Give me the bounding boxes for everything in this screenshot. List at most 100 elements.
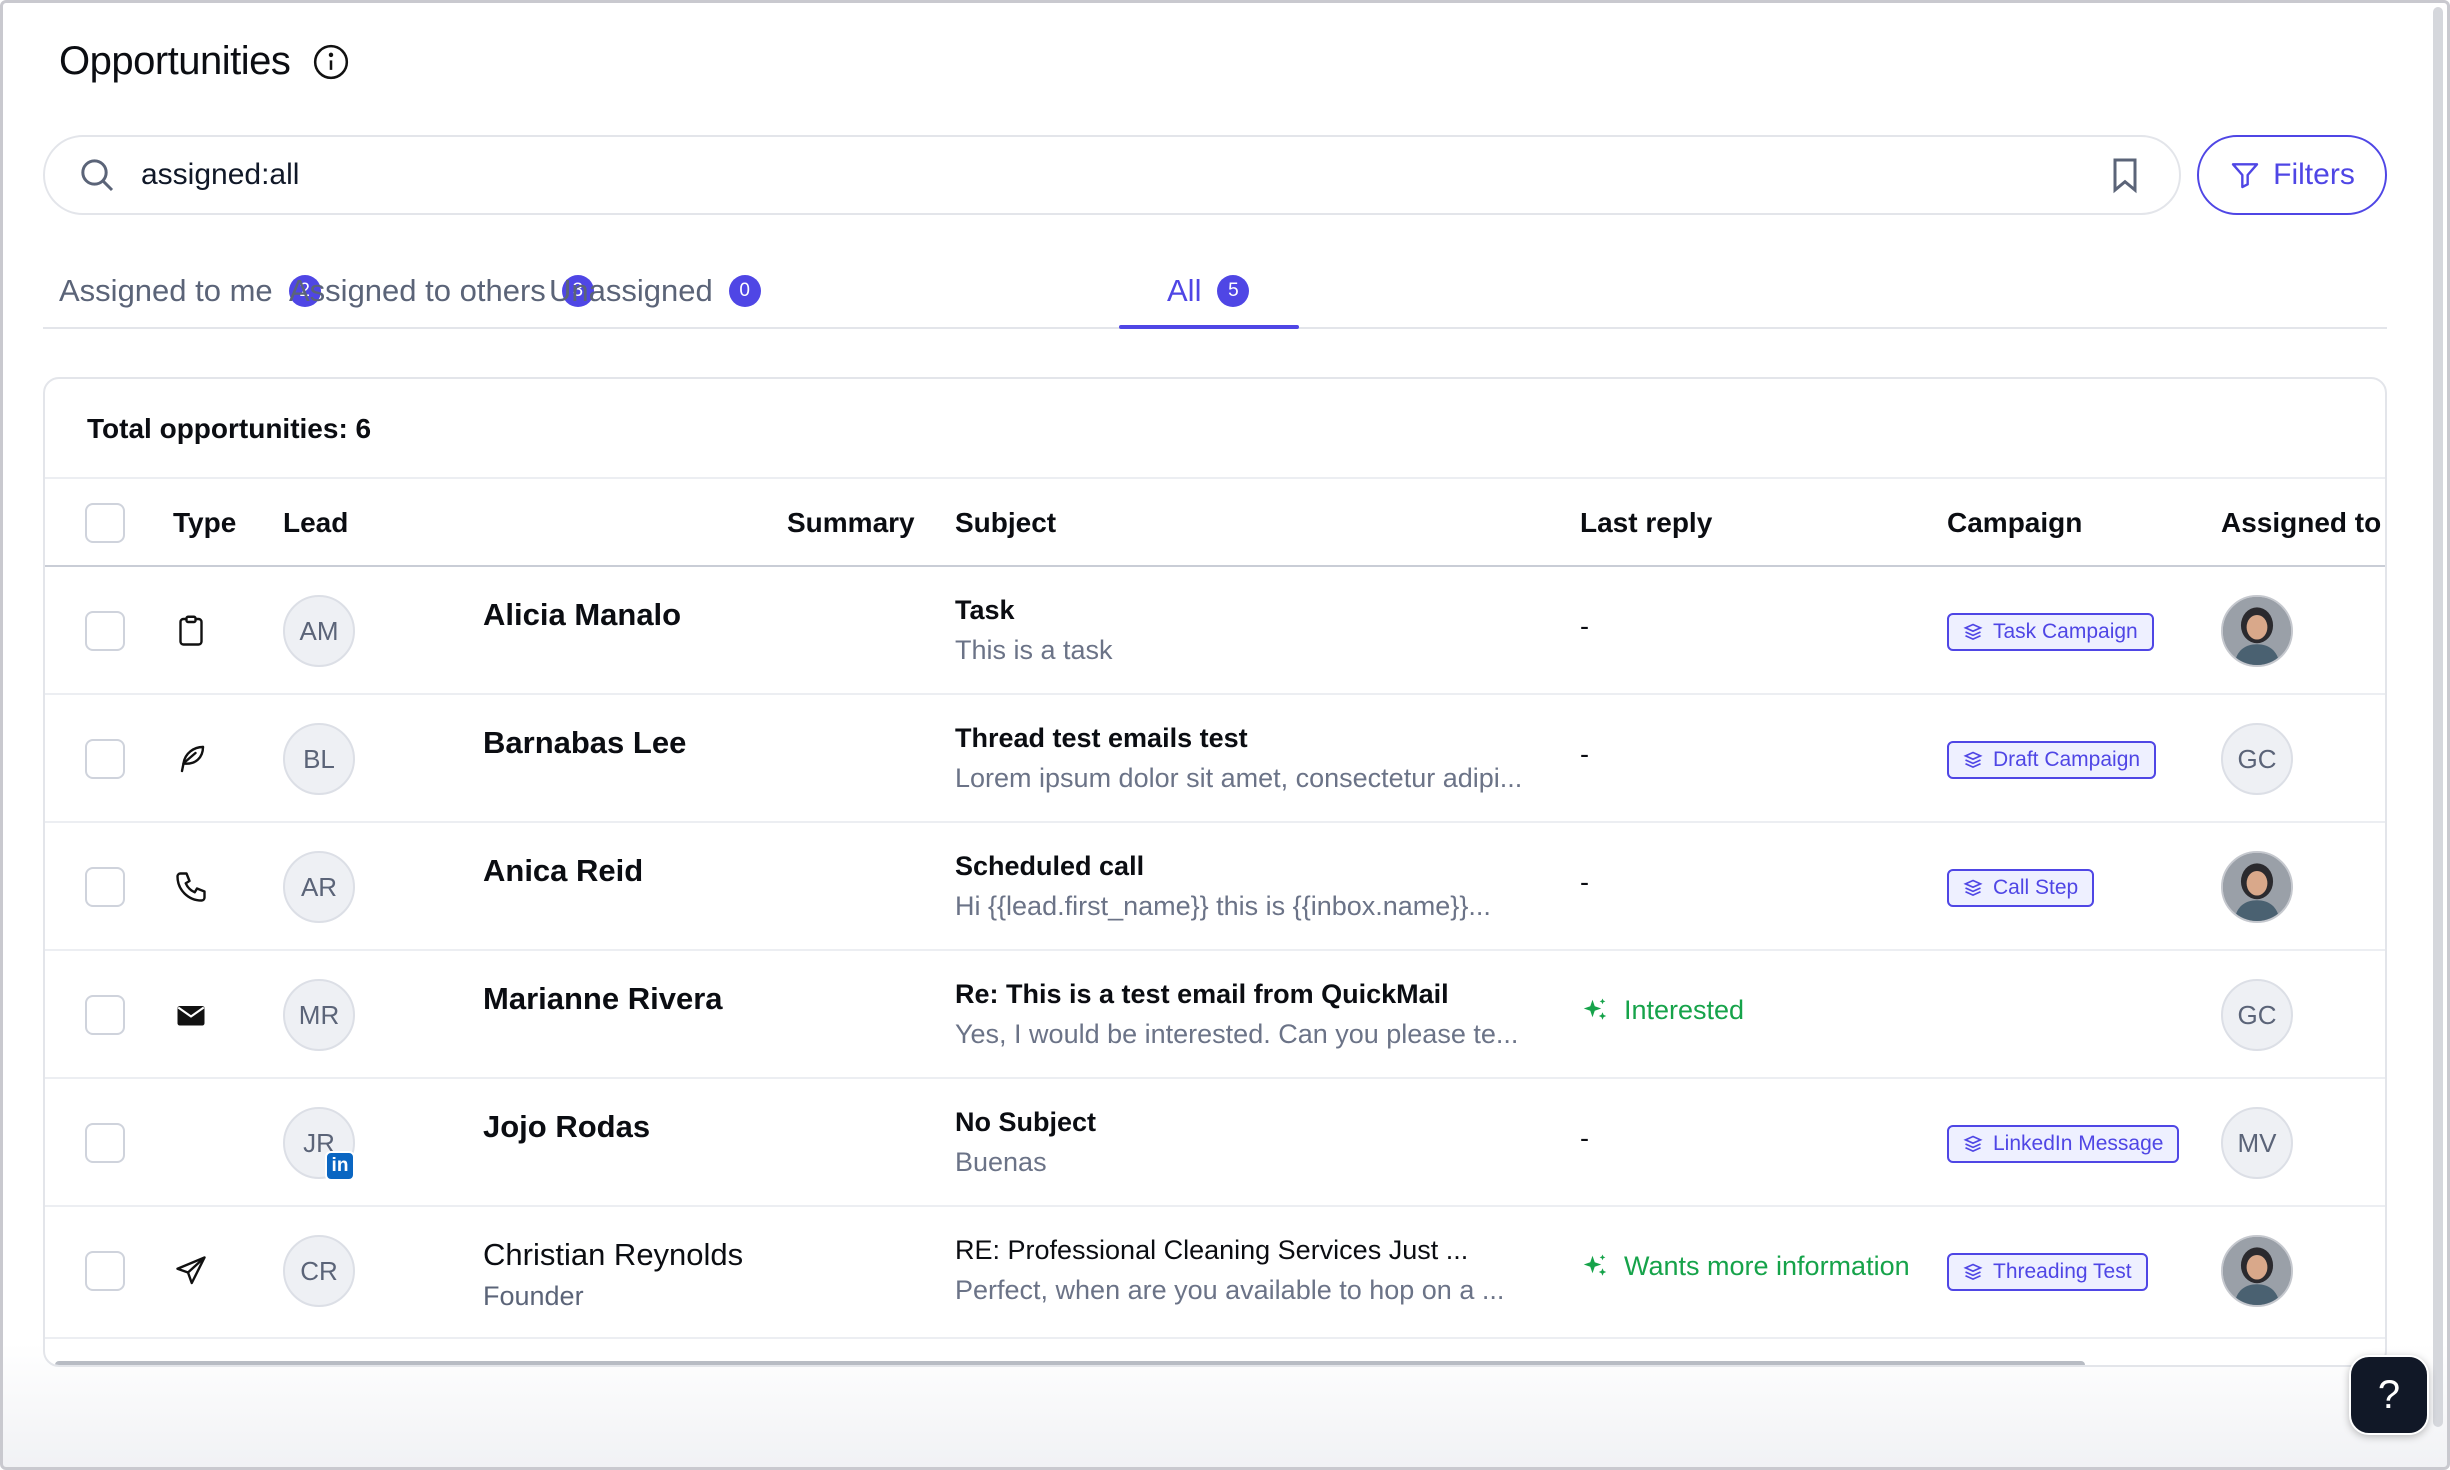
page-title: Opportunities <box>59 39 291 83</box>
help-button[interactable]: ? <box>2349 1355 2429 1435</box>
filters-button[interactable]: Filters <box>2197 135 2387 215</box>
assignee-avatar-photo <box>2221 851 2293 923</box>
table-row[interactable]: AR Anica Reid Scheduled call Hi {{lead.f… <box>45 823 2385 951</box>
subject-title: Re: This is a test email from QuickMail <box>955 979 1449 1009</box>
table-row[interactable]: MR Marianne Rivera Re: This is a test em… <box>45 951 2385 1079</box>
last-reply-text: - <box>1580 739 1589 769</box>
lead-name[interactable]: Jojo Rodas <box>483 1109 650 1145</box>
last-reply: Interested <box>1580 995 1744 1026</box>
last-reply: - <box>1580 739 1589 770</box>
last-reply: Wants more information <box>1580 1251 1910 1282</box>
campaign-label: Call Step <box>1993 876 2079 899</box>
active-tab-indicator <box>1119 325 1299 329</box>
sparkle-icon <box>1580 996 1610 1026</box>
subject-preview: Buenas <box>955 1147 1047 1177</box>
column-header-summary[interactable]: Summary <box>787 479 915 567</box>
search-box[interactable] <box>43 135 2181 215</box>
assignee-avatar: MV <box>2221 1107 2293 1179</box>
row-checkbox[interactable] <box>85 867 125 907</box>
phone-icon <box>173 869 209 905</box>
column-header-last-reply[interactable]: Last reply <box>1580 479 1712 567</box>
assignee-avatar: GC <box>2221 723 2293 795</box>
tab-label: Assigned to me <box>59 273 273 308</box>
campaign-tag[interactable]: Draft Campaign <box>1947 741 2157 779</box>
horizontal-scrollbar[interactable] <box>55 1361 2085 1365</box>
feather-icon <box>173 741 209 777</box>
layers-icon <box>1963 878 1983 898</box>
linkedin-icon: in <box>325 1151 355 1181</box>
lead-job-title: Founder <box>483 1281 584 1311</box>
total-opportunities: Total opportunities: 6 <box>87 413 372 444</box>
opportunities-table-card: Total opportunities: 6 Type Lead Summary… <box>43 377 2387 1367</box>
subject-preview: Lorem ipsum dolor sit amet, consectetur … <box>955 763 1523 793</box>
campaign-label: LinkedIn Message <box>1993 1132 2164 1155</box>
select-all-checkbox[interactable] <box>85 503 125 543</box>
column-header-campaign[interactable]: Campaign <box>1947 479 2082 567</box>
row-checkbox[interactable] <box>85 1251 125 1291</box>
assignee-initials: GC <box>2237 743 2277 774</box>
table-row[interactable]: CR Christian Reynolds Founder RE: Profes… <box>45 1207 2385 1339</box>
subject-preview: Perfect, when are you available to hop o… <box>955 1275 1505 1305</box>
last-reply-text: - <box>1580 611 1589 641</box>
subject-title: Thread test emails test <box>955 723 1248 753</box>
lead-avatar: AM <box>283 595 355 667</box>
filters-label: Filters <box>2273 158 2355 191</box>
row-checkbox[interactable] <box>85 739 125 779</box>
table-row[interactable]: AM Alicia Manalo Task This is a task - T… <box>45 567 2385 695</box>
info-icon[interactable] <box>312 43 350 81</box>
last-reply-text: - <box>1580 1123 1589 1153</box>
table-row[interactable]: BL Barnabas Lee Thread test emails test … <box>45 695 2385 823</box>
assignee-initials: MV <box>2237 1127 2277 1158</box>
tab-unassigned[interactable]: Unassigned 0 <box>549 253 761 329</box>
lead-avatar: AR <box>283 851 355 923</box>
campaign-tag[interactable]: Task Campaign <box>1947 613 2154 651</box>
vertical-scrollbar[interactable] <box>2431 7 2445 1427</box>
row-checkbox[interactable] <box>85 995 125 1035</box>
lead-avatar: BL <box>283 723 355 795</box>
avatar-initials: AM <box>299 615 339 646</box>
row-checkbox[interactable] <box>85 611 125 651</box>
search-input[interactable] <box>141 158 2105 192</box>
bookmark-icon[interactable] <box>2105 155 2145 195</box>
last-reply-text: - <box>1580 867 1589 897</box>
subject-title: No Subject <box>955 1107 1097 1137</box>
tab-assigned-to-me[interactable]: Assigned to me 2 <box>59 253 321 329</box>
tab-label: Assigned to others <box>289 273 546 308</box>
lead-name[interactable]: Christian Reynolds <box>483 1237 743 1273</box>
lead-avatar: CR <box>283 1235 355 1307</box>
table-header: Type Lead Summary Subject Last reply Cam… <box>45 477 2385 567</box>
scrollbar-thumb[interactable] <box>2433 7 2443 1427</box>
column-header-lead[interactable]: Lead <box>283 479 348 567</box>
assignee-avatar-photo <box>2221 1235 2293 1307</box>
search-icon <box>77 155 117 195</box>
lead-name[interactable]: Alicia Manalo <box>483 597 681 633</box>
campaign-tag[interactable]: Threading Test <box>1947 1253 2148 1291</box>
column-header-type[interactable]: Type <box>173 479 236 567</box>
layers-icon <box>1963 1262 1983 1282</box>
campaign-label: Threading Test <box>1993 1260 2132 1283</box>
subject-title: Task <box>955 595 1015 625</box>
avatar-initials: MR <box>298 999 340 1030</box>
send-icon <box>173 1253 209 1289</box>
campaign-label: Draft Campaign <box>1993 748 2141 771</box>
tab-all[interactable]: All 5 <box>1167 253 1250 329</box>
tab-label: All <box>1167 273 1202 308</box>
subject-title: RE: Professional Cleaning Services Just … <box>955 1235 1469 1265</box>
row-checkbox[interactable] <box>85 1123 125 1163</box>
lead-name[interactable]: Marianne Rivera <box>483 981 723 1017</box>
campaign-tag[interactable]: LinkedIn Message <box>1947 1125 2180 1163</box>
avatar-initials: CR <box>300 1255 338 1286</box>
assignee-avatar-photo <box>2221 595 2293 667</box>
lead-name[interactable]: Barnabas Lee <box>483 725 686 761</box>
tab-label: Unassigned <box>549 273 713 308</box>
column-header-assigned-to[interactable]: Assigned to <box>2221 479 2381 567</box>
table-row[interactable]: JR in Jojo Rodas No Subject Buenas - Lin… <box>45 1079 2385 1207</box>
campaign-tag[interactable]: Call Step <box>1947 869 2095 907</box>
subject-preview: This is a task <box>955 635 1113 665</box>
last-reply: - <box>1580 1123 1589 1154</box>
layers-icon <box>1963 622 1983 642</box>
layers-icon <box>1963 1134 1983 1154</box>
column-header-subject[interactable]: Subject <box>955 479 1056 567</box>
lead-name[interactable]: Anica Reid <box>483 853 643 889</box>
last-reply-text: Wants more information <box>1624 1251 1910 1281</box>
